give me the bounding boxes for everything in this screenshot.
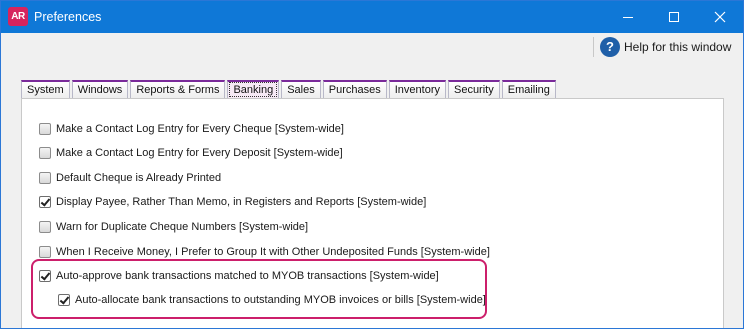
tab-emailing[interactable]: Emailing [501, 80, 556, 99]
maximize-button[interactable] [651, 1, 697, 33]
option-label: Auto-allocate bank transactions to outst… [75, 294, 486, 306]
option-label: Default Cheque is Already Printed [56, 172, 222, 184]
option-contact-log-deposit[interactable]: Make a Contact Log Entry for Every Depos… [39, 145, 343, 161]
help-toolbar: ? Help for this window [1, 33, 743, 61]
checkbox-checked[interactable] [39, 270, 51, 282]
toolbar-divider [593, 37, 594, 57]
checkbox-checked[interactable] [39, 196, 51, 208]
checkbox[interactable] [39, 123, 51, 135]
option-group-undeposited-funds[interactable]: When I Receive Money, I Prefer to Group … [39, 244, 490, 260]
tab-purchases[interactable]: Purchases [322, 80, 387, 99]
checkbox[interactable] [39, 172, 51, 184]
maximize-icon [669, 12, 679, 22]
option-label: Warn for Duplicate Cheque Numbers [Syste… [56, 221, 309, 233]
checkbox[interactable] [39, 221, 51, 233]
option-auto-approve[interactable]: Auto-approve bank transactions matched t… [39, 268, 439, 284]
preferences-window: AR Preferences ? Help for this window Sy… [0, 0, 744, 329]
option-label: Make a Contact Log Entry for Every Chequ… [56, 123, 344, 135]
option-label: Make a Contact Log Entry for Every Depos… [56, 147, 343, 159]
option-default-cheque-printed[interactable]: Default Cheque is Already Printed [39, 170, 221, 186]
help-button[interactable]: ? Help for this window [600, 36, 731, 58]
tab-banking[interactable]: Banking [227, 80, 280, 99]
close-button[interactable] [697, 1, 743, 33]
checkbox-checked[interactable] [58, 294, 70, 306]
minimize-icon [623, 17, 633, 18]
option-auto-allocate[interactable]: Auto-allocate bank transactions to outst… [58, 292, 486, 308]
app-icon: AR [8, 7, 28, 26]
option-label: Display Payee, Rather Than Memo, in Regi… [56, 196, 427, 208]
tab-inventory[interactable]: Inventory [388, 80, 446, 99]
option-contact-log-cheque[interactable]: Make a Contact Log Entry for Every Chequ… [39, 121, 344, 137]
checkbox[interactable] [39, 147, 51, 159]
tab-sales[interactable]: Sales [281, 80, 321, 99]
tab-windows[interactable]: Windows [71, 80, 129, 99]
option-display-payee[interactable]: Display Payee, Rather Than Memo, in Regi… [39, 194, 426, 210]
checkbox[interactable] [39, 246, 51, 258]
tab-reports-forms[interactable]: Reports & Forms [130, 80, 226, 99]
window-title: Preferences [34, 10, 102, 24]
tab-strip: System Windows Reports & Forms Banking S… [21, 79, 558, 99]
option-warn-duplicate-cheque[interactable]: Warn for Duplicate Cheque Numbers [Syste… [39, 219, 308, 235]
close-icon [714, 11, 726, 23]
help-label: Help for this window [624, 40, 732, 54]
help-icon: ? [600, 37, 620, 57]
option-label: Auto-approve bank transactions matched t… [56, 270, 439, 282]
minimize-button[interactable] [605, 1, 651, 33]
tab-security[interactable]: Security [447, 80, 500, 99]
option-label: When I Receive Money, I Prefer to Group … [56, 246, 490, 258]
title-bar[interactable]: AR Preferences [1, 1, 743, 33]
tab-system[interactable]: System [21, 80, 70, 99]
